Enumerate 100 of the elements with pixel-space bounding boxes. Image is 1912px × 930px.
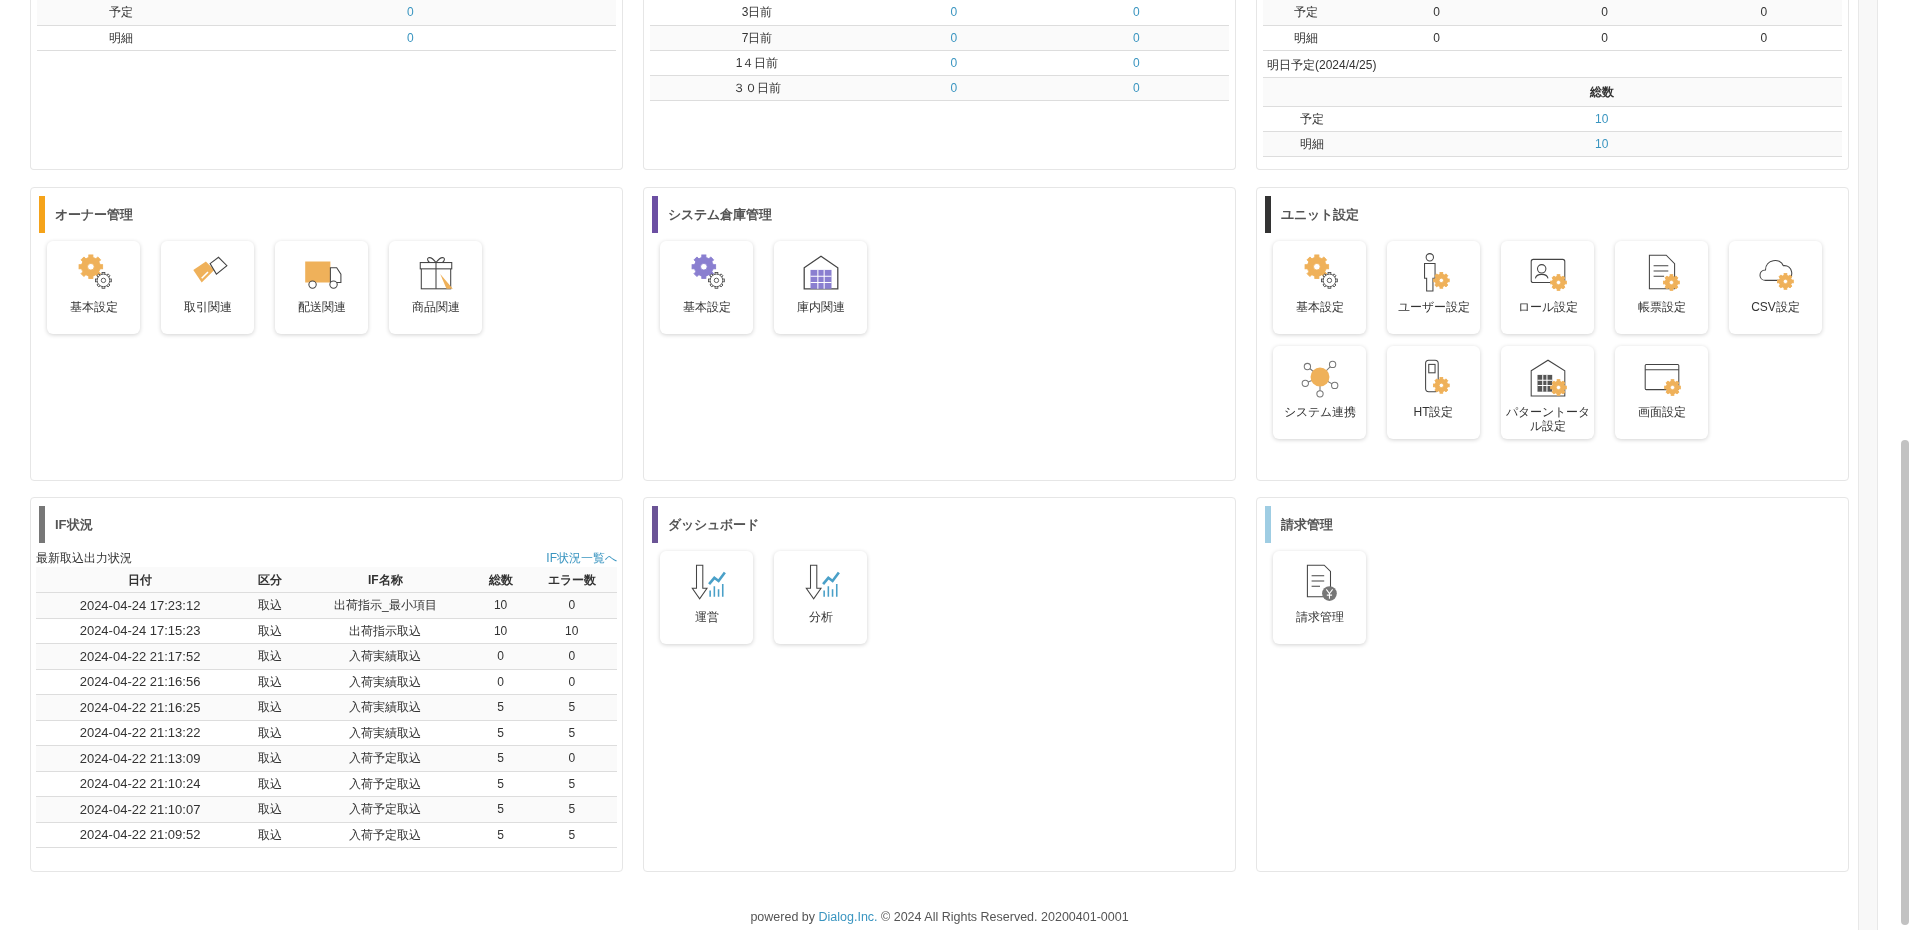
table-cell: 2024-04-22 21:10:24 [36,771,245,797]
if-list-link[interactable]: IF状況一覧へ [546,549,617,567]
count-link[interactable]: 0 [1133,5,1140,20]
menu-tile[interactable]: 取引関連 [161,241,254,334]
row-label: 予定 [1263,106,1362,132]
menu-tile[interactable]: 基本設定 [660,241,753,334]
table-cell: 2024-04-22 21:10:07 [36,796,245,822]
count-link[interactable]: 0 [407,30,414,45]
table-cell: 入荷実績取込 [295,720,475,746]
table-cell: 取込 [244,771,296,797]
table-cell: 0 [526,592,617,618]
row-label: 明細 [1263,25,1350,50]
table-cell: 取込 [244,669,296,695]
row-label: 予定 [37,0,205,25]
column-header: エラー数 [526,567,617,593]
table-cell: 入荷予定取込 [295,796,475,822]
table-cell: 2024-04-24 17:15:23 [36,618,245,644]
table-cell: 0 [1523,25,1686,50]
section-title: オーナー管理 [55,205,133,224]
menu-tile[interactable]: パターントータル設定 [1501,346,1594,439]
count-link[interactable]: 0 [1133,55,1140,70]
table-cell: 0 [526,643,617,669]
table-cell: 2024-04-22 21:16:56 [36,669,245,695]
section-title: システム倉庫管理 [668,205,772,224]
menu-tile[interactable]: 庫内関連 [774,241,867,334]
table-cell: 入荷実績取込 [295,669,475,695]
column-header: 日付 [36,567,245,593]
table-cell: 入荷予定取込 [295,822,475,848]
row-label: 7日前 [650,25,865,50]
table-caption: 明日予定(2024/4/25) [1263,50,1842,78]
table-cell: 2024-04-24 17:23:12 [36,592,245,618]
section-title: 請求管理 [1281,515,1333,534]
section-title: ユニット設定 [1281,205,1359,224]
menu-tile[interactable]: 画面設定 [1615,346,1708,439]
table-cell: 10 [526,618,617,644]
footer-text: powered by Dialog.Inc. © 2024 All Rights Reserved. 20200401-0001 [749,909,1130,927]
menu-tile[interactable]: 商品関連 [389,241,482,334]
table-cell: 0 [1349,0,1524,25]
column-header: 総数 [1361,77,1842,107]
table-cell: 0 [526,745,617,771]
table-cell: 入荷実績取込 [295,694,475,720]
table-cell: 2024-04-22 21:17:52 [36,643,245,669]
column-header: IF名称 [295,567,475,593]
table-cell: 2024-04-22 21:09:52 [36,822,245,848]
table-cell: 0 [1685,25,1842,50]
table-cell: 取込 [244,745,296,771]
table-cell: 5 [526,694,617,720]
menu-tile[interactable]: 請求管理 [1273,551,1366,644]
menu-tile[interactable]: ロール設定 [1501,241,1594,334]
table-cell: 取込 [244,592,296,618]
table-cell: 0 [1523,0,1686,25]
row-label: 3日前 [650,0,865,25]
table-cell: 取込 [244,694,296,720]
row-label: 予定 [1263,0,1350,25]
table-cell: 5 [526,796,617,822]
menu-tile[interactable]: 基本設定 [1273,241,1366,334]
menu-tile[interactable]: システム連携 [1273,346,1366,439]
column-header: 総数 [474,567,527,593]
count-link[interactable]: 0 [950,5,958,20]
row-label: ３０日前 [650,75,865,100]
table-cell: 取込 [244,618,296,644]
table-cell: 出荷指示取込 [295,618,475,644]
table-cell: 2024-04-22 21:13:22 [36,720,245,746]
menu-tile[interactable]: HT設定 [1387,346,1480,439]
table-cell: 0 [1685,0,1842,25]
row-label: 1４日前 [650,50,865,75]
table-cell: 5 [526,822,617,848]
table-cell: 取込 [244,796,296,822]
table-cell: 2024-04-22 21:13:09 [36,745,245,771]
table-cell: 入荷予定取込 [295,745,475,771]
table-cell: 5 [474,771,527,797]
menu-tile[interactable]: CSV設定 [1729,241,1822,334]
menu-tile[interactable]: 運営 [660,551,753,644]
table-cell: 5 [474,720,527,746]
table-cell: 入荷予定取込 [295,771,475,797]
table-cell: 取込 [244,822,296,848]
menu-tile[interactable]: 帳票設定 [1615,241,1708,334]
row-label: 明細 [1263,131,1362,157]
section-title: IF状況 [55,515,93,534]
table-cell: 10 [474,618,527,644]
menu-tile[interactable]: 配送関連 [275,241,368,334]
section-title: ダッシュボード [668,515,759,534]
table-cell: 0 [526,669,617,695]
table-cell: 2024-04-22 21:16:25 [36,694,245,720]
table-cell: 5 [526,771,617,797]
table-caption: 最新取込出力状況 [36,550,132,567]
table-cell: 入荷実績取込 [295,643,475,669]
menu-tile[interactable]: ユーザー設定 [1387,241,1480,334]
table-cell: 0 [1349,25,1524,50]
count-link[interactable]: 0 [950,55,958,70]
menu-tile[interactable]: 基本設定 [47,241,140,334]
table-cell: 取込 [244,643,296,669]
menu-tile[interactable]: 分析 [774,551,867,644]
table-cell: 5 [474,822,527,848]
row-label: 明細 [37,25,205,50]
table-cell: 取込 [244,720,296,746]
column-header: 区分 [244,567,296,593]
company-link[interactable]: Dialog.Inc. [818,910,878,925]
table-cell: 出荷指示_最小項目 [295,592,475,618]
table-cell: 5 [526,720,617,746]
